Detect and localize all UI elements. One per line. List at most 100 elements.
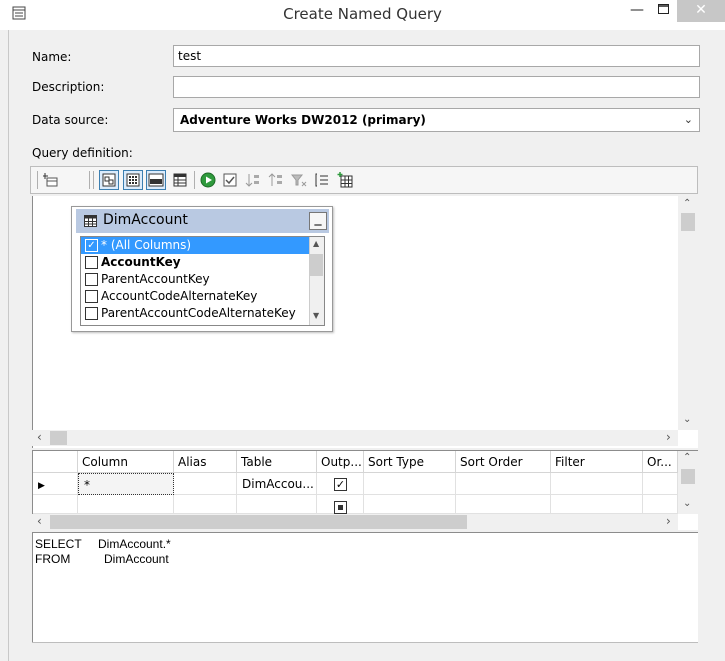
pane-bottom-border	[32, 642, 698, 643]
grid-cell-filter[interactable]	[551, 473, 643, 495]
list-item[interactable]: AccountKey	[81, 254, 309, 271]
grid-row-indicator[interactable]: ▶	[33, 473, 78, 495]
scroll-up-icon[interactable]: ⌃	[683, 198, 691, 209]
sort-ascending-button[interactable]	[243, 170, 263, 190]
grid-cell-sort-type[interactable]	[364, 495, 456, 514]
sql-pane-button[interactable]	[146, 170, 166, 190]
checkbox[interactable]	[85, 290, 98, 303]
list-item[interactable]: ✓ * (All Columns)	[81, 237, 309, 254]
maximize-button[interactable]	[648, 0, 678, 24]
scroll-up-icon[interactable]: ▲	[313, 239, 319, 248]
grid-cell-output[interactable]	[317, 495, 364, 514]
grid-header-alias[interactable]: Alias	[174, 451, 237, 473]
sort-descending-button[interactable]	[266, 170, 286, 190]
close-button[interactable]: ✕	[677, 0, 725, 22]
grid-header-or[interactable]: Or...	[643, 451, 678, 473]
column-label: ParentAccountCodeAlternateKey	[101, 306, 296, 320]
verify-sql-icon	[223, 173, 237, 187]
add-table-button[interactable]	[41, 170, 61, 190]
scroll-right-icon[interactable]: ›	[666, 430, 671, 444]
name-input[interactable]: test	[173, 45, 700, 67]
diagram-vertical-scrollbar[interactable]: ⌃ ⌄	[678, 196, 698, 430]
checkbox-checked[interactable]: ✓	[85, 239, 98, 252]
window-title: Create Named Query	[283, 5, 442, 23]
scroll-down-icon[interactable]: ⌄	[683, 414, 691, 425]
table-widget-dimaccount[interactable]: DimAccount _ ✓ * (All Columns) AccountKe…	[71, 206, 333, 332]
grid-cell-sort-type[interactable]	[364, 473, 456, 495]
table-widget-header[interactable]: DimAccount _	[76, 209, 329, 233]
column-label: AccountKey	[101, 255, 181, 269]
column-list-scrollbar[interactable]: ▲ ▼	[309, 237, 324, 325]
column-list-scroll-thumb[interactable]	[310, 254, 323, 276]
group-by-button[interactable]	[312, 170, 332, 190]
results-pane-button[interactable]	[170, 170, 190, 190]
grid-cell-or[interactable]	[643, 495, 678, 514]
sort-descending-icon	[268, 173, 282, 186]
grid-header-output[interactable]: Outp...	[317, 451, 364, 473]
checkbox[interactable]	[85, 273, 98, 286]
toolbar-separator	[194, 171, 195, 189]
scroll-down-icon[interactable]: ⌄	[683, 498, 691, 509]
grid-cell-column[interactable]	[78, 495, 174, 514]
scroll-up-icon[interactable]: ⌃	[683, 452, 691, 463]
grid-header-filter[interactable]: Filter	[551, 451, 643, 473]
diagram-horizontal-scroll-thumb[interactable]	[50, 431, 67, 445]
grid-row-indicator[interactable]	[33, 495, 78, 514]
grid-cell-column[interactable]: *	[78, 473, 174, 495]
column-list[interactable]: ✓ * (All Columns) AccountKey ParentAccou…	[80, 236, 325, 326]
grid-cell-filter[interactable]	[551, 495, 643, 514]
grid-pane-icon	[126, 173, 140, 187]
datasource-select[interactable]: Adventure Works DW2012 (primary) ⌄	[173, 108, 700, 132]
sql-select-list: DimAccount.*	[98, 537, 171, 551]
filter-button[interactable]	[289, 170, 309, 190]
maximize-icon	[657, 4, 669, 14]
list-item[interactable]: ParentAccountCodeAlternateKey	[81, 305, 309, 322]
sql-from-clause: DimAccount	[104, 552, 169, 566]
grid-cell-or[interactable]	[643, 473, 678, 495]
verify-sql-button[interactable]	[220, 170, 240, 190]
description-input[interactable]	[173, 76, 700, 98]
grid-cell-table[interactable]: DimAccou...	[237, 473, 317, 495]
checkbox[interactable]	[85, 256, 98, 269]
grid-header-table[interactable]: Table	[237, 451, 317, 473]
grid-horizontal-scroll-thumb[interactable]	[50, 515, 467, 529]
grid-cell-sort-order[interactable]	[456, 495, 551, 514]
window-border	[8, 30, 9, 661]
run-button[interactable]	[198, 170, 218, 190]
grid-header-sort-order[interactable]: Sort Order	[456, 451, 551, 473]
diagram-pane-button[interactable]	[99, 170, 119, 190]
grid-cell-table[interactable]	[237, 495, 317, 514]
grid-header-column[interactable]: Column	[78, 451, 174, 473]
list-item[interactable]: ParentAccountKey	[81, 271, 309, 288]
datasource-value: Adventure Works DW2012 (primary)	[180, 113, 426, 127]
add-table-icon	[43, 173, 58, 187]
add-derived-table-button[interactable]	[335, 170, 355, 190]
scroll-left-icon[interactable]: ‹	[37, 514, 42, 528]
grid-cell-output[interactable]: ✓	[317, 473, 364, 495]
grid-header-sort-type[interactable]: Sort Type	[364, 451, 456, 473]
scroll-right-icon[interactable]: ›	[666, 514, 671, 528]
run-icon	[200, 172, 216, 188]
list-item[interactable]: AccountCodeAlternateKey	[81, 288, 309, 305]
toolbar-separator	[89, 171, 90, 189]
diagram-vertical-scroll-thumb[interactable]	[681, 213, 695, 231]
grid-pane-button[interactable]	[123, 170, 143, 190]
table-name: DimAccount	[103, 212, 188, 228]
sql-pane-icon	[148, 173, 164, 187]
grid-cell-alias[interactable]	[174, 495, 237, 514]
checkbox[interactable]	[85, 307, 98, 320]
output-checkbox-indeterminate[interactable]	[334, 501, 347, 514]
table-collapse-button[interactable]: _	[309, 211, 327, 230]
add-table-icon-2	[337, 172, 353, 188]
grid-vertical-scroll-thumb[interactable]	[681, 469, 695, 484]
diagram-horizontal-scrollbar[interactable]: ‹ ›	[32, 430, 678, 446]
datasource-label: Data source:	[32, 113, 109, 127]
sql-pane[interactable]: SELECT DimAccount.* FROM DimAccount	[32, 532, 698, 642]
grid-scroll-up-area[interactable]: ⌃	[678, 451, 698, 466]
output-checkbox[interactable]: ✓	[334, 478, 347, 491]
grid-cell-sort-order[interactable]	[456, 473, 551, 495]
scroll-left-icon[interactable]: ‹	[37, 430, 42, 444]
sql-keyword-select: SELECT	[35, 537, 82, 551]
scroll-down-icon[interactable]: ▼	[313, 311, 319, 320]
grid-cell-alias[interactable]	[174, 473, 237, 495]
